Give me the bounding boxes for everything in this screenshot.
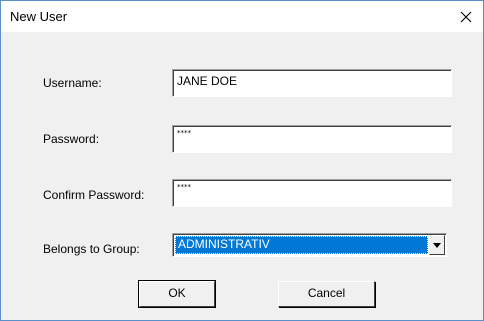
password-field[interactable]: **** (172, 125, 452, 153)
group-selected-value: ADMINISTRATIV (175, 236, 428, 254)
password-label: Password: (43, 132, 100, 146)
chevron-down-icon (433, 242, 441, 248)
group-select[interactable]: ADMINISTRATIV (172, 233, 447, 257)
title-bar: New User (1, 1, 483, 32)
username-label: Username: (43, 76, 102, 90)
confirm-password-field[interactable]: **** (172, 179, 452, 207)
username-field[interactable]: JANE DOE (172, 69, 452, 97)
ok-button[interactable]: OK (138, 280, 216, 308)
close-icon (460, 11, 472, 22)
close-button[interactable] (449, 1, 483, 32)
dialog-title: New User (10, 9, 68, 24)
cancel-button[interactable]: Cancel (278, 281, 375, 307)
password-mask: **** (177, 129, 191, 137)
group-label: Belongs to Group: (43, 242, 140, 256)
confirm-password-label: Confirm Password: (43, 188, 145, 202)
confirm-password-mask: **** (177, 183, 191, 191)
new-user-dialog: New User Username: JANE DOE Password: **… (0, 0, 484, 321)
dropdown-button[interactable] (429, 235, 445, 255)
username-value: JANE DOE (177, 74, 238, 88)
